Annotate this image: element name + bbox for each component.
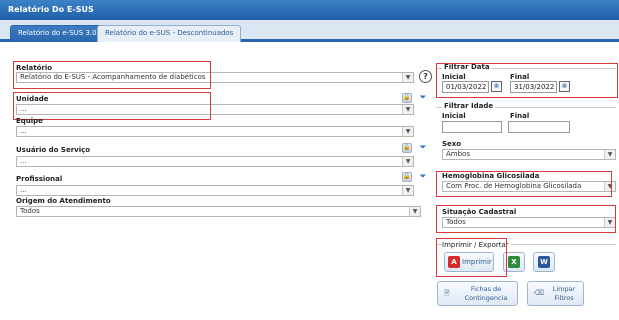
excel-icon: X: [508, 256, 520, 268]
limpar-line1: Limpar: [552, 285, 576, 293]
origem-atendimento-value: Todos: [20, 207, 40, 215]
usuario-servico-select[interactable]: ... ▼: [16, 156, 414, 167]
filtrar-idade-label: Filtrar Idade: [442, 102, 496, 110]
filter-icon[interactable]: ⏷: [418, 172, 428, 182]
fichas-line1: Fichas de: [470, 285, 502, 293]
fichas-contingencia-label: Fichas de Contingencia: [460, 285, 512, 303]
highlight-hemoglobina: [436, 171, 612, 197]
highlight-imprimir-exportar: [436, 238, 507, 277]
chevron-down-icon[interactable]: ▼: [402, 73, 413, 82]
chevron-down-icon[interactable]: ▼: [402, 127, 413, 136]
profissional-label: Profissional: [16, 175, 63, 183]
fichas-contingencia-button[interactable]: 🗎 Fichas de Contingencia: [437, 281, 518, 306]
chevron-down-icon[interactable]: ▼: [402, 157, 413, 166]
export-word-button[interactable]: W: [533, 252, 555, 272]
limpar-filtros-label: Limpar Filtros: [548, 285, 580, 303]
tab-relatorio-esus-3[interactable]: Relatório do e-SUS 3.0: [10, 25, 105, 42]
sexo-value: Ambos: [446, 150, 470, 158]
help-icon[interactable]: ?: [419, 70, 432, 83]
tab-strip: Relatório do e-SUS 3.0 Relatório do e-SU…: [0, 20, 619, 42]
chevron-down-icon[interactable]: ▼: [402, 105, 413, 114]
limpar-line2: Filtros: [554, 294, 574, 302]
highlight-situacao-cadastral: [436, 205, 616, 233]
usuario-servico-value: ...: [20, 157, 27, 165]
sexo-label: Sexo: [442, 140, 462, 148]
lock-icon[interactable]: 🔒: [402, 93, 412, 103]
fichas-line2: Contingencia: [464, 294, 508, 302]
limpar-filtros-button[interactable]: ⌫ Limpar Filtros: [527, 281, 584, 306]
chevron-down-icon[interactable]: ▼: [402, 186, 413, 195]
equipe-label: Equipe: [16, 117, 43, 125]
filter-icon[interactable]: ⏷: [418, 93, 428, 103]
filter-icon[interactable]: ⏷: [418, 143, 428, 153]
eraser-icon: ⌫: [534, 289, 544, 297]
origem-atendimento-label: Origem do Atendimento: [16, 197, 111, 205]
profissional-value: ...: [20, 186, 27, 194]
sexo-select[interactable]: Ambos ▼: [442, 149, 616, 160]
highlight-unidade: [13, 92, 211, 120]
lock-icon[interactable]: 🔒: [402, 143, 412, 153]
idade-final-input[interactable]: [508, 121, 570, 133]
usuario-servico-label: Usuário do Serviço: [16, 146, 91, 154]
highlight-relatorio: [13, 61, 211, 89]
equipe-select[interactable]: ... ▼: [16, 126, 414, 137]
origem-atendimento-select[interactable]: Todos ▼: [16, 206, 421, 217]
document-icon: 🗎: [444, 289, 450, 297]
highlight-filtrar-data: [436, 63, 618, 98]
idade-final-label: Final: [510, 112, 530, 120]
profissional-select[interactable]: ... ▼: [16, 185, 414, 196]
window-title: Relatório Do E-SUS: [0, 0, 619, 20]
equipe-value: ...: [20, 127, 27, 135]
word-icon: W: [538, 256, 550, 268]
lock-icon[interactable]: 🔒: [402, 172, 412, 182]
idade-inicial-label: Inicial: [442, 112, 466, 120]
chevron-down-icon[interactable]: ▼: [409, 207, 420, 216]
tab-relatorio-esus-descontinuados[interactable]: Relatório do e-SUS - Descontinuados: [97, 25, 242, 42]
idade-inicial-input[interactable]: [442, 121, 502, 133]
chevron-down-icon[interactable]: ▼: [604, 150, 615, 159]
